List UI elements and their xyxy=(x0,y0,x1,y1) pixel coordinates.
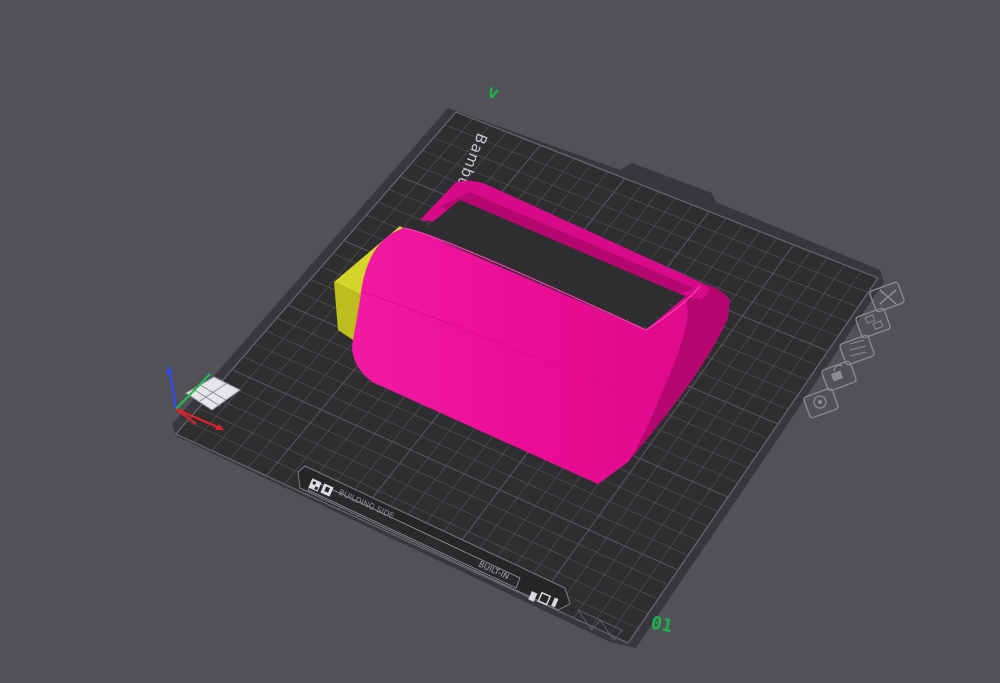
3d-viewport[interactable]: BUILDING SIDE BUILT-IN Bambu Textured Pl… xyxy=(0,0,1000,683)
plate-corner-marker: v xyxy=(484,81,502,104)
viewport-canvas[interactable]: BUILDING SIDE BUILT-IN Bambu Textured Pl… xyxy=(0,0,1000,683)
plate-number[interactable]: 01 xyxy=(649,612,675,637)
